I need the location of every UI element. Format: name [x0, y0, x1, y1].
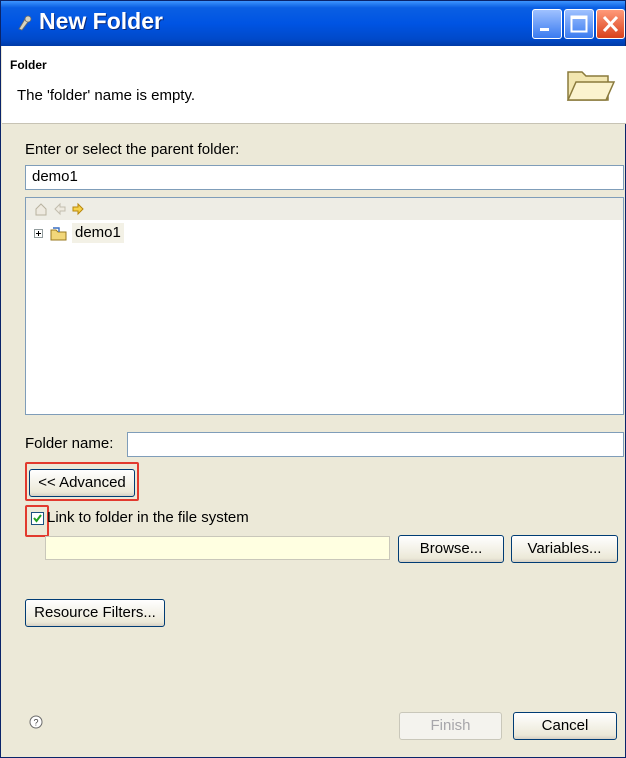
folder-name-label: Folder name: — [25, 435, 114, 452]
variables-button[interactable]: Variables... — [511, 535, 618, 563]
new-folder-dialog: New Folder Folder The 'folder' name is e… — [0, 0, 626, 758]
parent-folder-input[interactable]: demo1 — [25, 165, 624, 190]
help-icon[interactable]: ? — [29, 715, 43, 729]
resource-filters-button[interactable]: Resource Filters... — [25, 599, 165, 627]
expand-toggle-icon[interactable] — [34, 229, 43, 238]
project-folder-icon — [50, 227, 67, 241]
parent-folder-label: Enter or select the parent folder: — [25, 141, 240, 158]
window-title: New Folder — [39, 8, 163, 34]
minimize-icon — [540, 28, 549, 31]
maximize-icon — [570, 15, 588, 33]
link-path-input[interactable] — [45, 536, 390, 560]
advanced-button[interactable]: << Advanced — [29, 469, 135, 497]
eclipse-app-icon — [18, 15, 32, 31]
title-bar[interactable]: New Folder — [1, 1, 625, 46]
minimize-button[interactable] — [532, 9, 562, 39]
home-icon[interactable] — [34, 202, 48, 216]
cancel-button[interactable]: Cancel — [513, 712, 617, 740]
finish-button: Finish — [399, 712, 502, 740]
maximize-button[interactable] — [564, 9, 594, 39]
banner-message: The 'folder' name is empty. — [17, 87, 196, 104]
link-folder-label[interactable]: Link to folder in the file system — [47, 509, 249, 526]
svg-text:?: ? — [33, 718, 38, 728]
tree-nav-bar — [26, 198, 623, 220]
link-folder-checkbox[interactable] — [31, 512, 44, 525]
folder-tree[interactable]: demo1 — [25, 197, 624, 415]
close-button[interactable] — [596, 9, 625, 39]
close-icon — [602, 15, 619, 33]
back-arrow-icon[interactable] — [53, 202, 67, 216]
banner-title: Folder — [10, 58, 47, 72]
browse-button[interactable]: Browse... — [398, 535, 504, 563]
tree-item-label: demo1 — [72, 223, 124, 243]
wizard-banner: Folder The 'folder' name is empty. — [2, 46, 626, 124]
open-folder-icon — [566, 71, 616, 101]
checkmark-icon — [33, 514, 42, 523]
folder-name-input[interactable] — [127, 432, 624, 457]
forward-arrow-icon[interactable] — [71, 202, 85, 216]
